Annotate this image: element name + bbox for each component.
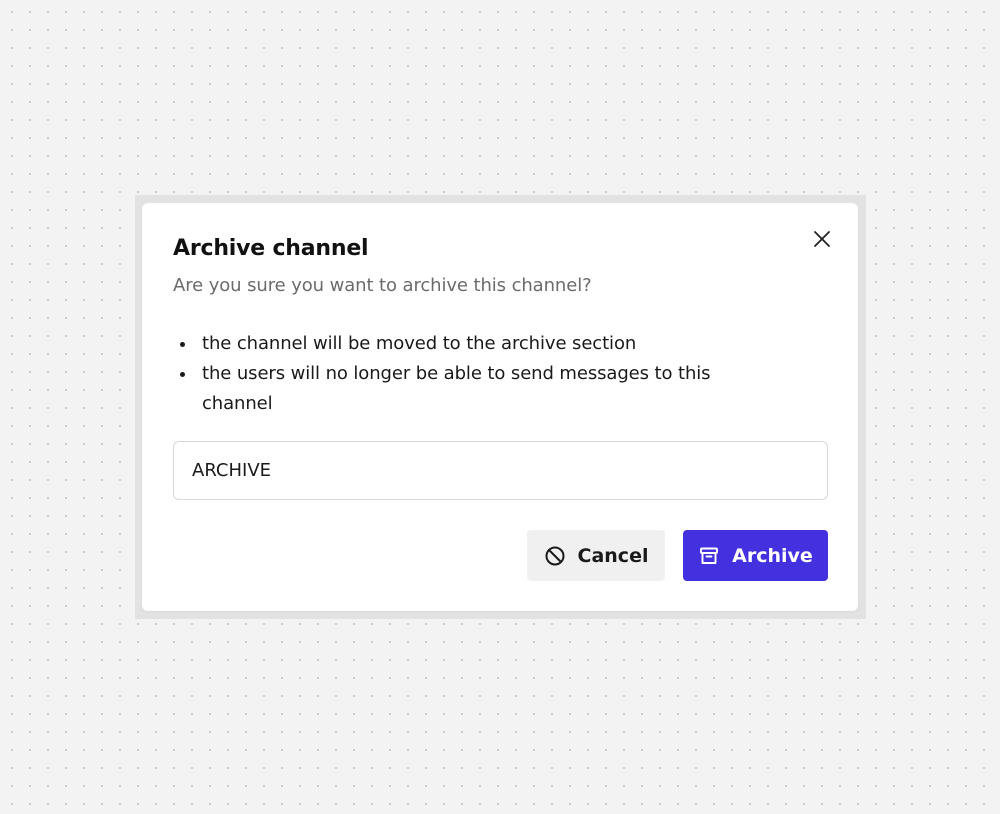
close-icon xyxy=(813,230,831,248)
archive-channel-dialog: Archive channel Are you sure you want to… xyxy=(142,203,858,611)
list-item: the channel will be moved to the archive… xyxy=(173,329,773,359)
cancel-button[interactable]: Cancel xyxy=(527,530,665,581)
archive-button[interactable]: Archive xyxy=(683,530,828,581)
cancel-button-label: Cancel xyxy=(577,544,649,567)
confirm-archive-input[interactable] xyxy=(173,441,828,500)
list-item: the users will no longer be able to send… xyxy=(173,359,773,419)
list-item-text: the channel will be moved to the archive… xyxy=(202,333,637,354)
archive-box-icon xyxy=(698,545,720,567)
bullet-dot xyxy=(180,372,185,377)
dialog-title: Archive channel xyxy=(173,236,369,261)
archive-button-label: Archive xyxy=(732,544,813,567)
dialog-subtitle: Are you sure you want to archive this ch… xyxy=(173,275,592,296)
bullet-dot xyxy=(180,342,185,347)
close-button[interactable] xyxy=(810,227,834,251)
list-item-text: the users will no longer be able to send… xyxy=(202,363,711,414)
consequences-list: the channel will be moved to the archive… xyxy=(173,329,773,419)
ban-icon xyxy=(544,545,566,567)
